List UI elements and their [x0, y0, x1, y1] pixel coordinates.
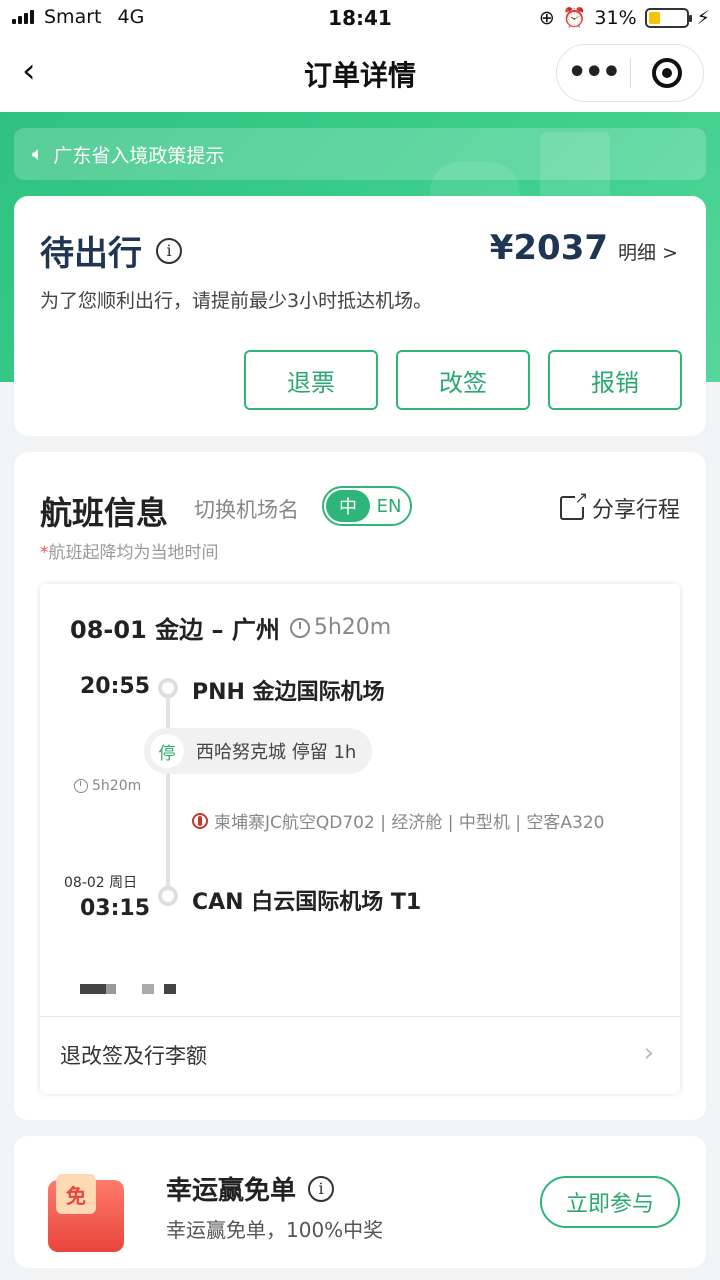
notice-text: 广东省入境政策提示	[53, 144, 225, 167]
route-header: 08-01 金边 – 广州 5h20m	[70, 610, 391, 645]
flight-duration: 5h20m	[74, 778, 141, 794]
more-dots-icon[interactable]: •••	[557, 58, 630, 88]
close-target-button[interactable]	[631, 58, 704, 88]
lucky-title: 幸运赢免单 i	[166, 1170, 335, 1207]
miniprogram-capsule: •••	[556, 44, 704, 102]
airline-info: 柬埔寨JC航空QD702 | 经济舱 | 中型机 | 空客A320	[192, 808, 605, 833]
alarm-icon: ⏰	[562, 7, 587, 29]
refund-button[interactable]: 退票	[244, 350, 378, 410]
stop-tag: 停	[150, 734, 184, 768]
refund-baggage-link[interactable]: 退改签及行李额	[60, 1040, 207, 1070]
lucky-free-order-card: 免 幸运赢免单 i 幸运赢免单，100%中奖 立即参与	[14, 1136, 706, 1268]
share-icon	[559, 488, 588, 520]
info-icon[interactable]: i	[308, 1175, 335, 1202]
departure-airport: PNH 金边国际机场	[192, 680, 385, 705]
redacted-content	[80, 984, 176, 994]
flight-info-card: 航班信息 切换机场名 中 EN 分享行程 *航班起降均为当地时间 08-01 金…	[14, 452, 706, 1120]
airport-name-switch-label: 切换机场名	[194, 498, 299, 522]
divider	[40, 1016, 680, 1017]
status-bar: Smart 4G 18:41 ⊕ ⏰ 31% ⚡	[0, 0, 720, 36]
toggle-zh[interactable]: 中	[326, 490, 370, 522]
stop-text: 西哈努克城 停留 1h	[196, 742, 357, 763]
route-duration: 5h20m	[289, 615, 391, 640]
speaker-icon: 🔈︎	[32, 143, 44, 165]
reimburse-button[interactable]: 报销	[548, 350, 682, 410]
arrival-date: 08-02 周日	[64, 875, 138, 891]
chevron-right-icon[interactable]: ›	[644, 1038, 654, 1068]
timeline-line	[166, 688, 170, 898]
join-now-button[interactable]: 立即参与	[540, 1176, 680, 1228]
info-icon[interactable]: i	[156, 237, 182, 264]
local-time-note: *航班起降均为当地时间	[40, 543, 219, 563]
free-badge: 免	[56, 1174, 96, 1214]
order-status: 待出行	[40, 234, 142, 274]
battery-icon	[644, 7, 692, 28]
lucky-subtitle: 幸运赢免单，100%中奖	[166, 1218, 384, 1242]
route-text: 08-01 金边 – 广州	[70, 616, 280, 644]
order-actions: 退票 改签 报销	[244, 350, 682, 410]
arrival-airport: CAN 白云国际机场 T1	[192, 890, 422, 915]
clock-icon	[74, 779, 88, 793]
lock-rotation-icon: ⊕	[538, 6, 555, 29]
policy-notice-bar[interactable]: 🔈︎ 广东省入境政策提示	[14, 128, 706, 180]
gift-illustration: 免	[26, 1162, 146, 1258]
arrival-hint: 为了您顺利出行，请提前最少3小时抵达机场。	[40, 290, 433, 312]
change-button[interactable]: 改签	[396, 350, 530, 410]
clock-icon	[289, 617, 310, 638]
price-detail-link[interactable]: 明细 >	[618, 238, 678, 265]
airline-logo-icon	[192, 812, 208, 829]
departure-time: 20:55	[80, 674, 151, 699]
price-block[interactable]: ¥2037 明细 >	[490, 228, 678, 268]
stopover-pill: 停 西哈努克城 停留 1h	[144, 728, 373, 774]
nav-bar: ‹ 订单详情 •••	[0, 36, 720, 112]
battery-percent: 31%	[594, 6, 637, 29]
toggle-en[interactable]: EN	[370, 496, 408, 517]
order-status-title: 待出行 i	[40, 226, 182, 275]
flight-section-title: 航班信息	[40, 494, 169, 532]
price-amount: ¥2037	[489, 228, 609, 268]
status-icons: ⊕ ⏰ 31% ⚡	[538, 6, 710, 30]
arrival-dot	[158, 886, 178, 906]
language-toggle[interactable]: 中 EN	[322, 486, 412, 526]
charging-icon: ⚡	[696, 6, 710, 29]
share-trip-button[interactable]: 分享行程	[559, 488, 680, 524]
share-label: 分享行程	[591, 498, 680, 523]
target-icon	[651, 58, 682, 88]
order-status-card: 待出行 i ¥2037 明细 > 为了您顺利出行，请提前最少3小时抵达机场。 退…	[14, 196, 706, 436]
departure-dot	[158, 678, 178, 698]
arrival-time: 03:15	[80, 896, 151, 921]
flight-detail-box: 08-01 金边 – 广州 5h20m 20:55 PNH 金边国际机场 停 西…	[40, 584, 680, 1094]
